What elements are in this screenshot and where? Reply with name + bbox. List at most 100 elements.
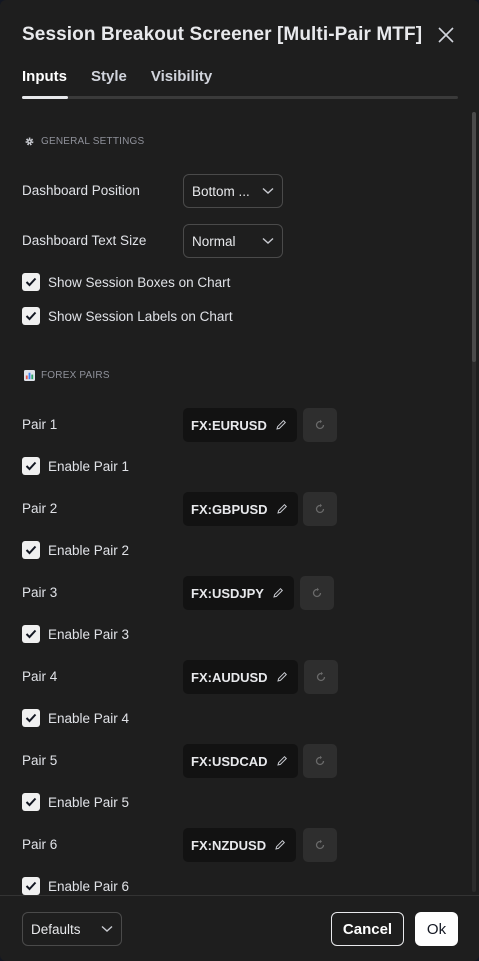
show-session-boxes-checkbox[interactable]: Show Session Boxes on Chart xyxy=(22,273,230,291)
refresh-icon xyxy=(315,755,325,766)
checkbox-checked[interactable] xyxy=(22,877,40,895)
check-icon xyxy=(25,881,37,891)
ok-button[interactable]: Ok xyxy=(415,912,458,946)
show-session-boxes-label: Show Session Boxes on Chart xyxy=(48,274,231,290)
refresh-icon xyxy=(315,419,325,430)
close-icon xyxy=(438,27,454,43)
pair-2-symbol-value: FX:GBPUSD xyxy=(191,501,268,517)
pair-5-label: Pair 5 xyxy=(22,753,58,768)
checkbox-checked[interactable] xyxy=(22,793,40,811)
dashboard-text-size-value: Normal xyxy=(192,233,236,249)
pair-2-label: Pair 2 xyxy=(22,501,58,516)
pencil-icon xyxy=(276,503,287,514)
pair-5-reset-button[interactable] xyxy=(303,744,337,778)
dialog-title: Session Breakout Screener [Multi-Pair MT… xyxy=(22,24,423,45)
pencil-icon xyxy=(273,587,283,598)
enable-pair-4-label: Enable Pair 4 xyxy=(48,710,130,726)
dashboard-text-size-select[interactable]: Normal xyxy=(183,224,283,258)
pair-6-label: Pair 6 xyxy=(22,837,58,852)
check-icon xyxy=(25,797,37,807)
enable-pair-6-label: Enable Pair 6 xyxy=(48,878,130,894)
enable-pair-3-checkbox[interactable]: Enable Pair 3 xyxy=(22,625,129,643)
pair-4-label: Pair 4 xyxy=(22,669,58,684)
refresh-icon xyxy=(316,671,326,682)
refresh-icon xyxy=(315,839,325,850)
chevron-down-icon xyxy=(101,925,113,932)
show-session-labels-checkbox[interactable]: Show Session Labels on Chart xyxy=(22,307,233,325)
defaults-label: Defaults xyxy=(31,921,81,937)
enable-pair-1-label: Enable Pair 1 xyxy=(48,458,130,474)
dashboard-position-select[interactable]: Bottom ... xyxy=(183,174,283,208)
chevron-down-icon xyxy=(262,187,274,194)
footer-divider xyxy=(0,895,479,896)
defaults-dropdown[interactable]: Defaults xyxy=(22,912,122,946)
pair-5-symbol-input[interactable]: FX:USDCAD xyxy=(183,744,298,778)
checkbox-checked[interactable] xyxy=(22,709,40,727)
pair-1-label: Pair 1 xyxy=(22,417,58,432)
enable-pair-2-label: Enable Pair 2 xyxy=(48,542,130,558)
refresh-icon xyxy=(315,503,325,514)
forex-pairs-title: FOREX PAIRS xyxy=(41,370,110,381)
close-button[interactable] xyxy=(433,22,459,48)
pencil-icon xyxy=(276,671,287,682)
pair-6-symbol-value: FX:NZDUSD xyxy=(191,837,267,853)
pair-1-symbol-value: FX:EURUSD xyxy=(191,417,267,433)
check-icon xyxy=(25,713,37,723)
check-icon xyxy=(25,629,37,639)
pair-6-symbol-input[interactable]: FX:NZDUSD xyxy=(183,828,297,862)
dashboard-text-size-label: Dashboard Text Size xyxy=(22,233,147,248)
pair-4-reset-button[interactable] xyxy=(304,660,338,694)
checkbox-checked[interactable] xyxy=(22,457,40,475)
checkbox-checked[interactable] xyxy=(22,541,40,559)
check-icon xyxy=(25,461,37,471)
enable-pair-5-label: Enable Pair 5 xyxy=(48,794,130,810)
checkbox-checked[interactable] xyxy=(22,625,40,643)
general-settings-title: GENERAL SETTINGS xyxy=(41,136,145,147)
enable-pair-4-checkbox[interactable]: Enable Pair 4 xyxy=(22,709,129,727)
pair-3-label: Pair 3 xyxy=(22,585,58,600)
check-icon xyxy=(25,311,37,321)
tab-track xyxy=(22,96,458,99)
pair-6-reset-button[interactable] xyxy=(303,828,337,862)
pair-4-symbol-input[interactable]: FX:AUDUSD xyxy=(183,660,298,694)
scrollbar-thumb[interactable] xyxy=(472,112,476,362)
enable-pair-5-checkbox[interactable]: Enable Pair 5 xyxy=(22,793,129,811)
enable-pair-2-checkbox[interactable]: Enable Pair 2 xyxy=(22,541,129,559)
enable-pair-1-checkbox[interactable]: Enable Pair 1 xyxy=(22,457,129,475)
pair-3-reset-button[interactable] xyxy=(300,576,334,610)
enable-pair-6-checkbox[interactable]: Enable Pair 6 xyxy=(22,877,129,895)
check-icon xyxy=(25,545,37,555)
pencil-icon xyxy=(276,755,287,766)
pair-3-symbol-value: FX:USDJPY xyxy=(191,585,264,601)
cancel-button[interactable]: Cancel xyxy=(331,912,404,946)
dialog-header: Session Breakout Screener [Multi-Pair MT… xyxy=(22,20,459,50)
tab-bar: Inputs Style Visibility xyxy=(22,68,212,92)
checkbox-checked[interactable] xyxy=(22,273,40,291)
dashboard-position-label: Dashboard Position xyxy=(22,183,140,198)
forex-pairs-heading: FOREX PAIRS xyxy=(24,370,110,381)
dashboard-position-value: Bottom ... xyxy=(192,183,250,199)
check-icon xyxy=(25,277,37,287)
tab-style[interactable]: Style xyxy=(91,68,127,92)
refresh-icon xyxy=(312,587,322,598)
pair-2-symbol-input[interactable]: FX:GBPUSD xyxy=(183,492,298,526)
gear-icon xyxy=(25,137,34,146)
show-session-labels-label: Show Session Labels on Chart xyxy=(48,308,233,324)
pair-3-symbol-input[interactable]: FX:USDJPY xyxy=(183,576,294,610)
pair-2-reset-button[interactable] xyxy=(303,492,337,526)
tab-active-indicator xyxy=(22,96,68,99)
tab-visibility[interactable]: Visibility xyxy=(151,68,212,92)
pair-1-reset-button[interactable] xyxy=(303,408,337,442)
enable-pair-3-label: Enable Pair 3 xyxy=(48,626,130,642)
bar-chart-icon xyxy=(24,370,35,381)
pair-1-symbol-input[interactable]: FX:EURUSD xyxy=(183,408,297,442)
pair-4-symbol-value: FX:AUDUSD xyxy=(191,669,268,685)
pencil-icon xyxy=(275,839,286,850)
pair-5-symbol-value: FX:USDCAD xyxy=(191,753,268,769)
pencil-icon xyxy=(276,419,286,430)
tab-inputs[interactable]: Inputs xyxy=(22,68,67,92)
checkbox-checked[interactable] xyxy=(22,307,40,325)
general-settings-heading: GENERAL SETTINGS xyxy=(24,136,144,147)
chevron-down-icon xyxy=(262,237,274,244)
settings-dialog: Session Breakout Screener [Multi-Pair MT… xyxy=(0,0,479,961)
